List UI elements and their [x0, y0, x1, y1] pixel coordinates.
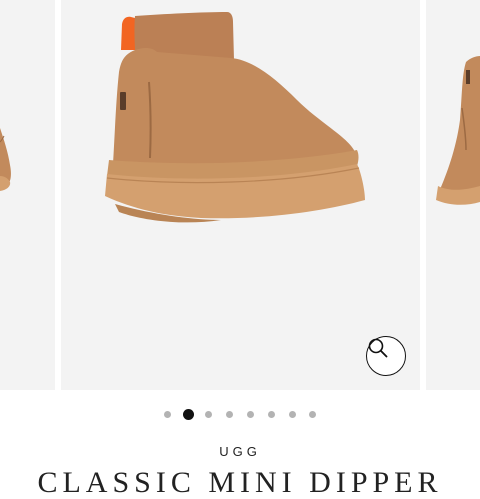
carousel-pagination [0, 407, 480, 421]
brand-name: UGG [219, 444, 261, 459]
carousel-dot[interactable] [205, 410, 213, 418]
carousel-dot[interactable] [288, 410, 296, 418]
product-title: CLASSIC MINI DIPPER [37, 466, 443, 499]
boot-upper [113, 48, 355, 168]
previous-product-image[interactable] [0, 0, 55, 390]
product-image-carousel[interactable] [0, 0, 480, 390]
zoom-button[interactable] [366, 336, 406, 376]
carousel-dot[interactable] [247, 410, 254, 418]
carousel-dot-active[interactable] [182, 408, 194, 420]
carousel-dot[interactable] [267, 410, 275, 418]
boot-side-image [0, 128, 11, 191]
current-product-image[interactable] [61, 0, 420, 390]
carousel-dot[interactable] [163, 410, 171, 418]
next-product-image[interactable] [426, 0, 480, 390]
carousel-dot[interactable] [309, 410, 317, 418]
boot-angle-image [436, 56, 480, 205]
boot-main-image [105, 12, 365, 223]
magnifier-icon [368, 338, 388, 358]
carousel-dot[interactable] [226, 410, 234, 418]
